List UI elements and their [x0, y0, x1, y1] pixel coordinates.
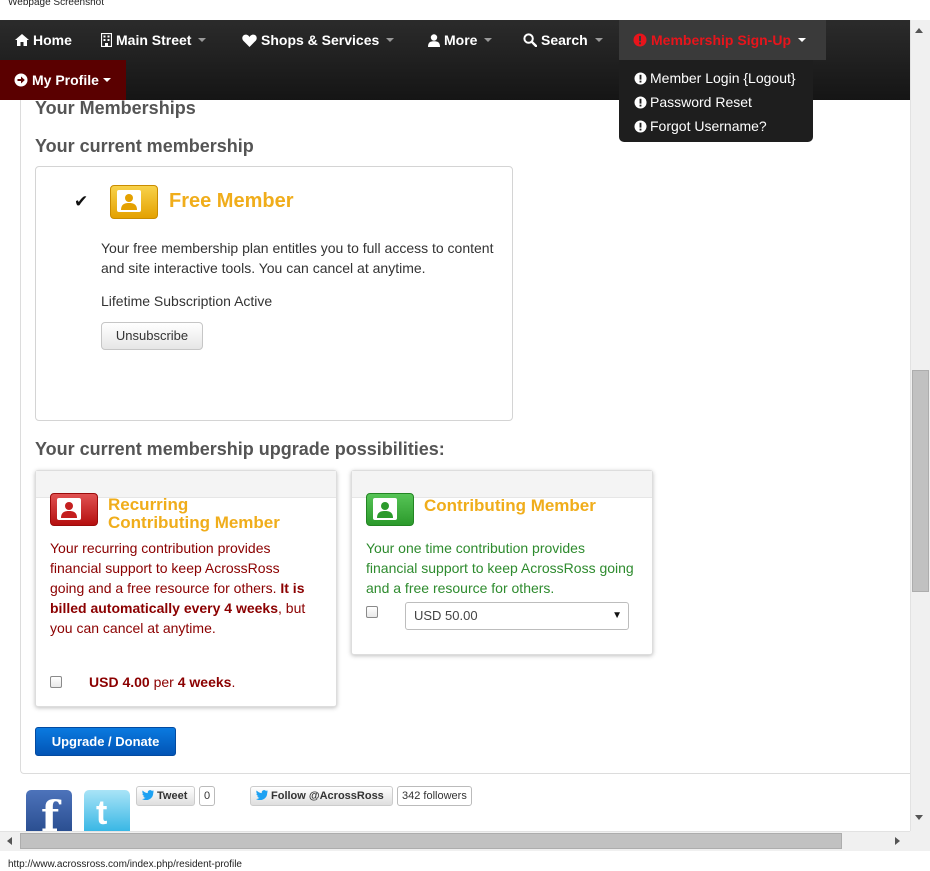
- recurring-price-per: per: [153, 674, 174, 690]
- exclamation-circle-icon: [633, 33, 647, 47]
- facebook-glyph: f: [41, 792, 60, 831]
- exclamation-circle-icon: [634, 95, 647, 109]
- contribution-amount-select[interactable]: USD 50.00 ▼: [405, 602, 629, 630]
- dropdown-item-member-login[interactable]: Member Login {Logout}: [619, 66, 813, 90]
- recurring-title-line2: Contributing Member: [108, 513, 280, 532]
- twitter-glyph: t: [96, 794, 108, 831]
- scroll-left-arrow-icon[interactable]: [7, 837, 12, 845]
- recurring-price-amount: USD 4.00: [89, 674, 150, 690]
- recurring-price-end: .: [231, 674, 236, 690]
- follower-count: 342 followers: [397, 786, 472, 806]
- nav-search-label: Search: [541, 32, 588, 48]
- screenshot-label: Webpage Screenshot: [8, 0, 104, 8]
- home-icon: [15, 34, 29, 46]
- recurring-price: USD 4.00 per 4 weeks.: [89, 674, 235, 690]
- facebook-icon[interactable]: f: [26, 790, 72, 831]
- exclamation-circle-icon: [634, 71, 647, 85]
- contributing-plan-description: Your one time contribution provides fina…: [366, 540, 634, 596]
- recurring-plan-checkbox[interactable]: [50, 676, 62, 688]
- nav-my-profile[interactable]: My Profile: [0, 60, 126, 100]
- member-card-icon: [366, 493, 414, 526]
- tweet-count: 0: [199, 786, 215, 806]
- exclamation-circle-icon: [634, 119, 647, 133]
- nav-main-street[interactable]: Main Street: [101, 20, 207, 60]
- user-icon: [428, 33, 440, 47]
- free-member-description: Your free membership plan entitles you t…: [101, 240, 494, 276]
- follow-button[interactable]: Follow @AcrossRoss: [250, 786, 393, 806]
- chevron-down-icon: [386, 38, 395, 42]
- vertical-scrollbar-thumb[interactable]: [912, 370, 929, 592]
- chevron-down-icon: [198, 38, 207, 42]
- unsubscribe-button[interactable]: Unsubscribe: [101, 322, 203, 350]
- heading-upgrade-possibilities: Your current membership upgrade possibil…: [35, 439, 445, 459]
- heading-your-memberships: Your Memberships: [35, 98, 196, 118]
- recurring-price-period: 4 weeks: [177, 674, 232, 690]
- chevron-down-icon: [484, 38, 493, 42]
- membership-dropdown-menu: Member Login {Logout} Password Reset For…: [619, 60, 813, 142]
- nav-home-label: Home: [33, 32, 72, 48]
- nav-membership-signup-label: Membership Sign-Up: [651, 32, 792, 48]
- chevron-down-icon: [102, 78, 111, 82]
- recurring-plan-description: Your recurring contribution provides fin…: [50, 538, 315, 638]
- nav-main-street-label: Main Street: [116, 32, 192, 48]
- nav-more[interactable]: More: [428, 20, 493, 60]
- heading-current-membership: Your current membership: [35, 136, 254, 156]
- nav-membership-signup[interactable]: Membership Sign-Up: [619, 20, 826, 60]
- twitter-icon[interactable]: t: [84, 790, 130, 831]
- dropdown-item-label: Member Login {Logout}: [650, 70, 796, 86]
- nav-shops-services[interactable]: Shops & Services: [242, 20, 395, 60]
- nav-shops-services-label: Shops & Services: [261, 32, 380, 48]
- dropdown-item-forgot-username[interactable]: Forgot Username?: [619, 114, 813, 138]
- scroll-down-arrow-icon[interactable]: [915, 815, 923, 820]
- twitter-bird-icon: [255, 787, 268, 805]
- recurring-plan-title: Recurring Contributing Member: [108, 496, 328, 532]
- chevron-down-icon: ▼: [612, 610, 622, 621]
- free-member-title: Free Member: [169, 190, 294, 212]
- subscription-status: Lifetime Subscription Active: [101, 293, 273, 309]
- member-card-icon: [110, 185, 158, 219]
- chevron-down-icon: [594, 38, 603, 42]
- scroll-up-arrow-icon[interactable]: [915, 28, 923, 33]
- scrollbar-corner: [910, 831, 930, 851]
- twitter-bird-icon: [141, 787, 154, 805]
- chevron-down-icon: [798, 38, 807, 42]
- scroll-right-arrow-icon[interactable]: [895, 837, 900, 845]
- recurring-title-line1: Recurring: [108, 495, 189, 514]
- building-icon: [101, 33, 112, 47]
- nav-more-label: More: [444, 32, 478, 48]
- selected-amount: USD 50.00: [414, 608, 478, 623]
- dropdown-item-password-reset[interactable]: Password Reset: [619, 90, 813, 114]
- tweet-label: Tweet: [157, 790, 188, 802]
- horizontal-scrollbar-thumb[interactable]: [20, 833, 842, 849]
- heart-icon: [242, 34, 257, 47]
- checkmark-icon: ✔: [74, 192, 89, 211]
- follow-label: Follow @AcrossRoss: [271, 790, 384, 802]
- nav-my-profile-label: My Profile: [32, 72, 99, 88]
- arrow-circle-right-icon: [14, 73, 28, 87]
- upgrade-donate-button[interactable]: Upgrade / Donate: [35, 727, 176, 756]
- nav-search[interactable]: Search: [523, 20, 603, 60]
- nav-home[interactable]: Home: [15, 20, 72, 60]
- dropdown-item-label: Forgot Username?: [650, 118, 767, 134]
- dropdown-item-label: Password Reset: [650, 94, 752, 110]
- search-icon: [523, 33, 537, 47]
- status-url: http://www.acrossross.com/index.php/resi…: [8, 859, 242, 870]
- contributing-plan-title: Contributing Member: [424, 496, 596, 515]
- tweet-button[interactable]: Tweet: [136, 786, 195, 806]
- contributing-plan-checkbox[interactable]: [366, 606, 378, 618]
- member-card-icon: [50, 493, 98, 526]
- recurring-desc-intro: Your recurring contribution provides fin…: [50, 540, 280, 596]
